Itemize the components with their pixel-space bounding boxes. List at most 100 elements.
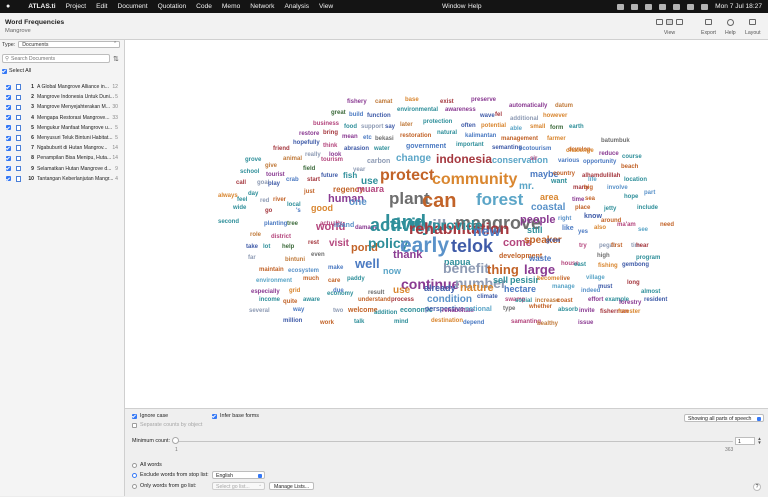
word-cloud-word[interactable]: condition — [427, 295, 472, 305]
word-cloud-word[interactable]: future — [321, 173, 338, 179]
checkbox-checked-icon[interactable] — [6, 125, 11, 131]
word-cloud-word[interactable]: east — [574, 262, 586, 268]
select-all-checkbox[interactable]: Select All — [2, 68, 31, 74]
word-cloud-word[interactable]: just — [304, 189, 315, 195]
word-cloud-word[interactable]: second — [218, 219, 239, 225]
word-cloud-word[interactable]: always — [218, 193, 238, 199]
word-cloud-word[interactable]: place — [575, 205, 590, 211]
word-cloud-word[interactable]: include — [637, 205, 658, 211]
document-row[interactable]: 6 Menyusuri Teluk Bintuni Habitat... 5 — [0, 133, 124, 143]
word-cloud-word[interactable]: invite — [579, 308, 595, 314]
word-cloud-word[interactable]: telok — [451, 237, 493, 255]
search-input[interactable] — [9, 55, 102, 62]
word-cloud-word[interactable]: almost — [641, 289, 660, 295]
checkbox-checked-icon[interactable] — [6, 166, 11, 172]
word-cloud-word[interactable]: grove — [245, 157, 261, 163]
word-cloud-word[interactable]: care — [328, 278, 340, 284]
menu-app-name[interactable]: ATLAS.ti — [28, 3, 55, 10]
word-cloud-word[interactable]: semanting — [492, 145, 522, 151]
word-cloud-word[interactable]: become — [537, 276, 560, 282]
word-cloud-word[interactable]: fishery — [347, 99, 367, 105]
word-cloud-word[interactable]: rest — [308, 240, 319, 246]
checkbox-checked-icon[interactable] — [6, 115, 11, 121]
word-cloud-word[interactable]: absorb — [558, 307, 578, 313]
word-cloud-word[interactable]: challenge — [566, 148, 594, 154]
word-cloud-word[interactable]: bekasi — [375, 136, 394, 142]
word-cloud-word[interactable]: small — [530, 124, 545, 130]
word-cloud-word[interactable]: fish — [343, 172, 357, 180]
word-cloud-word[interactable]: batumbuk — [601, 138, 630, 144]
minimum-count-stepper[interactable]: ▲ ▼ — [757, 436, 762, 445]
go-list-select[interactable]: Select go list... — [212, 482, 265, 491]
checkbox-checked-icon[interactable] — [6, 104, 11, 110]
menu-document[interactable]: Document — [118, 3, 148, 10]
word-cloud-word[interactable]: natural — [437, 130, 457, 136]
word-cloud-word[interactable]: various — [558, 158, 579, 164]
help-button[interactable]: ? — [753, 483, 761, 491]
word-cloud-word[interactable]: play — [268, 181, 280, 187]
word-cloud-word[interactable]: yes — [578, 229, 588, 235]
word-cloud-word[interactable]: million — [283, 318, 302, 324]
menu-network[interactable]: Network — [250, 3, 274, 10]
word-cloud-word[interactable]: form — [550, 125, 563, 131]
word-cloud-word[interactable]: base — [405, 97, 419, 103]
document-row[interactable]: 8 Penampilan Bisa Menipu, Huta... 14 — [0, 153, 124, 163]
word-cloud-word[interactable]: depend — [463, 320, 484, 326]
minimum-count-input[interactable]: 1 — [735, 437, 755, 445]
word-cloud-word[interactable]: destination — [431, 318, 463, 324]
checkbox-checked-icon[interactable] — [6, 84, 11, 90]
word-cloud-word[interactable]: hear — [636, 243, 649, 249]
word-cloud-word[interactable]: live — [560, 276, 570, 282]
word-cloud-word[interactable]: mean — [342, 134, 358, 140]
word-cloud-word[interactable]: datum — [555, 103, 573, 109]
word-cloud-word[interactable]: bintuni — [285, 257, 305, 263]
word-cloud-word[interactable]: manage — [552, 284, 575, 290]
word-cloud-word[interactable]: etc — [363, 135, 372, 141]
document-row[interactable]: 1A Global Mangrove Alliance in... 12 — [0, 82, 124, 92]
word-cloud-word[interactable]: great — [331, 110, 346, 116]
word-cloud-word[interactable]: especially — [251, 289, 280, 295]
checkbox-checked-icon[interactable] — [6, 155, 11, 161]
word-cloud-word[interactable]: high — [597, 253, 610, 259]
word-cloud-word[interactable]: field — [303, 166, 315, 172]
word-cloud-word[interactable]: national — [465, 306, 492, 313]
word-cloud-word[interactable]: business — [313, 121, 339, 127]
infer-base-forms-checkbox[interactable]: Infer base forms — [212, 413, 259, 419]
word-cloud-word[interactable]: protect — [380, 168, 434, 184]
word-cloud-word[interactable]: resident — [644, 297, 667, 303]
word-cloud-word[interactable]: right — [558, 216, 571, 222]
all-words-radio[interactable]: All words — [132, 462, 162, 468]
word-cloud-word[interactable]: good — [311, 204, 333, 213]
word-cloud-word[interactable]: two — [333, 308, 343, 314]
word-cloud-word[interactable]: result — [368, 290, 384, 296]
word-cloud-word[interactable]: exist — [440, 99, 454, 105]
word-cloud-word[interactable]: able — [510, 126, 522, 132]
word-cloud-word[interactable]: grid — [289, 288, 300, 294]
apple-menu-icon[interactable]: ● — [6, 3, 10, 10]
word-cloud-word[interactable]: school — [240, 169, 259, 175]
word-cloud-word[interactable]: healthy — [537, 321, 558, 327]
word-cloud-word[interactable]: talk — [354, 319, 364, 325]
word-cloud-word[interactable]: role — [250, 232, 261, 238]
word-cloud-word[interactable]: fishing — [598, 263, 618, 269]
word-cloud-word[interactable]: food — [344, 124, 357, 130]
word-cloud-word[interactable]: protection — [423, 119, 452, 125]
word-cloud-word[interactable]: type — [503, 306, 515, 312]
word-cloud-word[interactable]: well — [355, 257, 380, 270]
document-row[interactable]: 3 Mangrove Menyejahterakan M... 30 — [0, 102, 124, 112]
search-icon[interactable] — [687, 3, 695, 10]
word-cloud-word[interactable]: wide — [233, 205, 246, 211]
word-cloud-word[interactable]: even — [311, 252, 325, 258]
status-icon-2[interactable] — [631, 3, 639, 10]
word-cloud-word[interactable]: big — [584, 185, 593, 191]
word-cloud-word[interactable]: quite — [283, 299, 297, 305]
word-cloud-word[interactable]: hectare — [504, 285, 536, 294]
word-cloud-word[interactable]: already — [424, 284, 456, 293]
word-cloud-word[interactable]: help — [282, 244, 294, 250]
parts-of-speech-select[interactable]: Showing all parts of speech — [684, 414, 765, 422]
word-cloud-word[interactable]: paddy — [347, 276, 365, 282]
word-cloud-word[interactable]: grow — [546, 238, 560, 244]
word-cloud-word[interactable]: income — [259, 297, 280, 303]
separate-counts-checkbox[interactable]: Separate counts by object — [132, 422, 202, 428]
word-cloud-word[interactable]: life — [588, 177, 597, 183]
